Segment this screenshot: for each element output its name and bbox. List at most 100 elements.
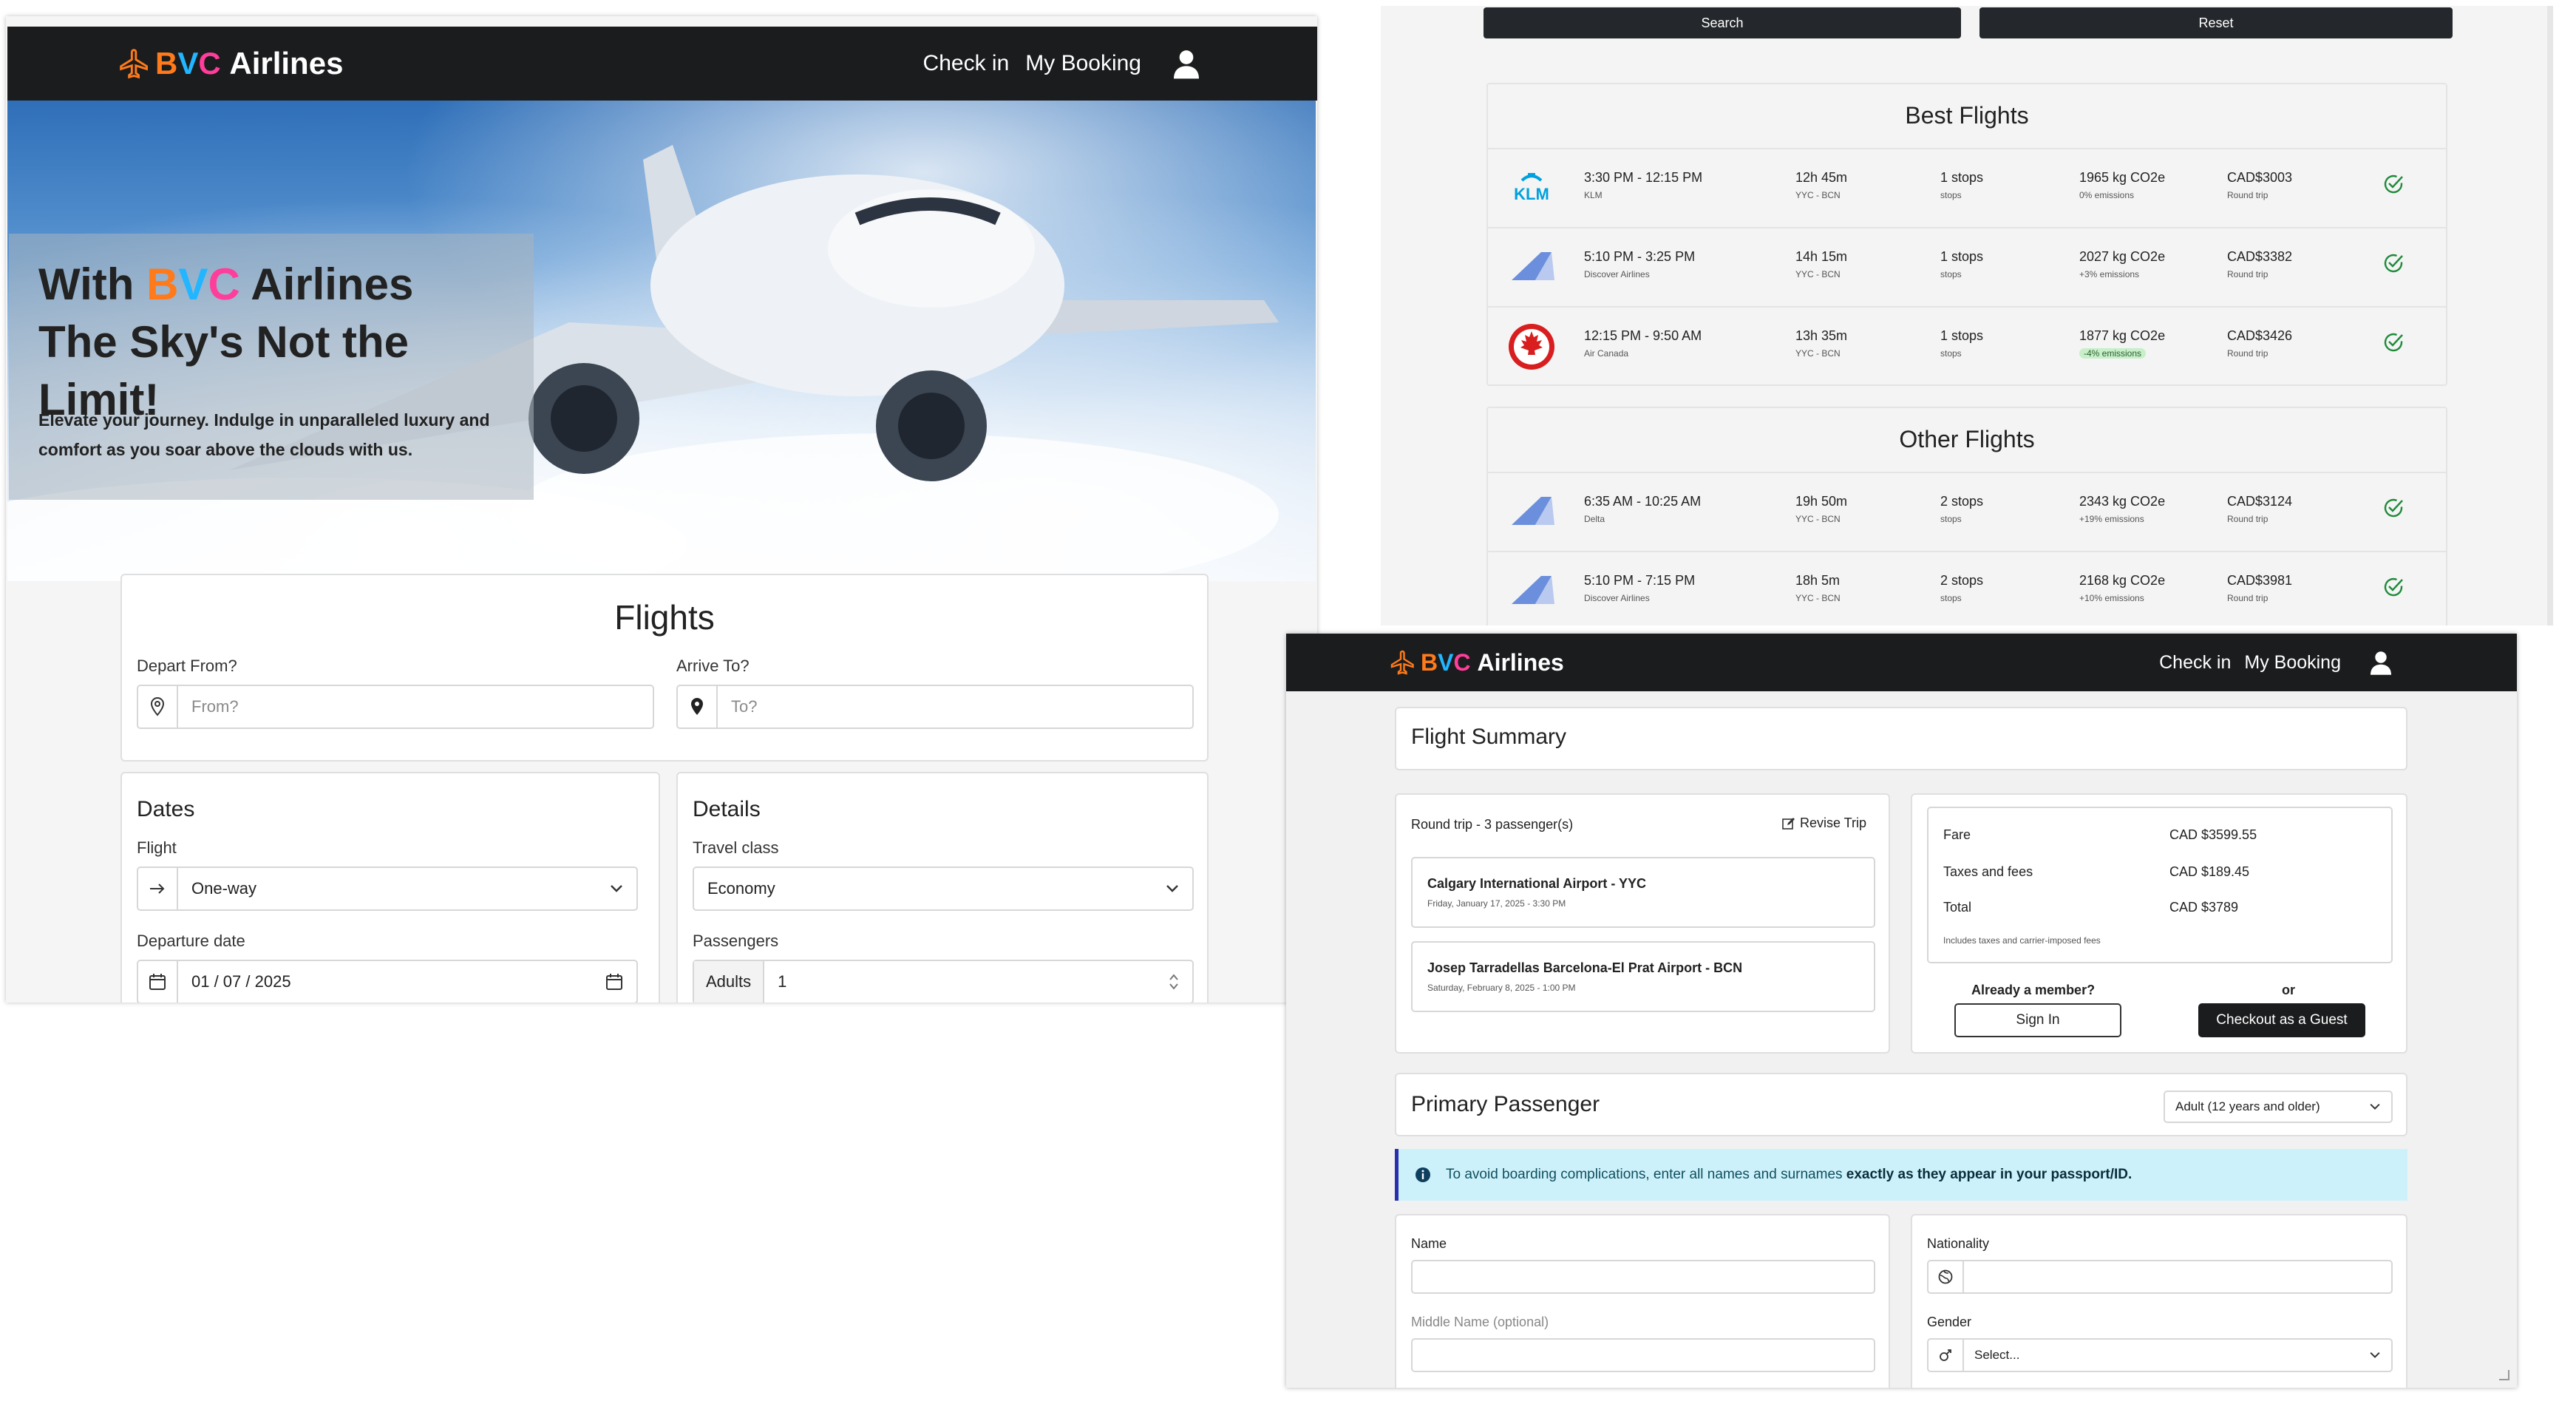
brand-letter-c: C <box>1453 648 1471 676</box>
travel-class-select[interactable]: Economy <box>693 867 1194 911</box>
outbound-date: Friday, January 17, 2025 - 3:30 PM <box>1427 898 1566 909</box>
revise-trip-label: Revise Trip <box>1799 815 1866 830</box>
user-icon[interactable] <box>1174 48 1199 79</box>
calendar-icon <box>149 974 166 990</box>
flight-row[interactable]: 5:10 PM - 3:25 PM Discover Airlines 14h 15… <box>1488 227 2446 306</box>
departure-date-input[interactable]: 01 / 07 / 2025 <box>137 960 638 1003</box>
hero-brand-v: V <box>178 260 208 309</box>
check-circle-icon[interactable] <box>2382 252 2405 274</box>
flight-type-select[interactable]: One-way <box>137 867 638 911</box>
gender-select[interactable]: Select... <box>1927 1338 2393 1372</box>
nav-my-booking[interactable]: My Booking <box>1025 51 1141 76</box>
flight-emissions: 2027 kg CO2e +3% emissions <box>2079 249 2165 279</box>
generic-airline-logo-icon <box>1512 497 1554 525</box>
route-text: YYC - BCN <box>1795 190 1841 200</box>
calendar-picker-icon[interactable] <box>605 973 623 991</box>
brand-logo[interactable]: BVC Airlines <box>118 46 343 81</box>
times-text: 5:10 PM - 3:25 PM <box>1584 249 1696 264</box>
check-circle-icon[interactable] <box>2382 497 2405 519</box>
check-circle-icon[interactable] <box>2382 331 2405 353</box>
middle-name-input[interactable] <box>1411 1338 1875 1372</box>
chevron-down-icon <box>2370 1103 2380 1110</box>
sign-in-button[interactable]: Sign In <box>1954 1003 2121 1037</box>
plane-icon <box>1390 650 1414 675</box>
flights-card: Flights Depart From? From? Arrive To? To… <box>120 574 1209 762</box>
route-text: YYC - BCN <box>1795 593 1841 603</box>
depart-input[interactable]: From? <box>137 685 654 729</box>
flight-stops: 1 stops stops <box>1940 249 1983 279</box>
outbound-leg: Calgary International Airport - YYC Frid… <box>1411 857 1875 928</box>
age-select[interactable]: Adult (12 years and older) <box>2164 1091 2393 1123</box>
taxes-value: CAD $189.45 <box>2169 864 2250 879</box>
stops-text: 1 stops <box>1940 328 1984 343</box>
airline-name: Discover Airlines <box>1584 269 1650 279</box>
taxes-label: Taxes and fees <box>1943 864 2033 879</box>
select-flight-check[interactable] <box>2382 497 2405 523</box>
klm-logo-text: KLM <box>1514 185 1549 203</box>
nav-check-in[interactable]: Check in <box>923 51 1010 76</box>
scrollbar[interactable] <box>2547 6 2553 625</box>
departure-date-value: 01 / 07 / 2025 <box>191 972 291 991</box>
airline-logo <box>1506 573 1557 611</box>
brand-logo[interactable]: BVC Airlines <box>1390 649 1564 676</box>
revise-trip-link[interactable]: Revise Trip <box>1782 815 1866 831</box>
route-text: YYC - BCN <box>1795 348 1841 359</box>
nav-my-booking[interactable]: My Booking <box>2244 652 2341 674</box>
flight-stops: 2 stops stops <box>1940 573 1983 603</box>
hero-subtitle: Elevate your journey. Indulge in unparal… <box>38 410 490 459</box>
flight-row[interactable]: 5:10 PM - 7:15 PM Discover Airlines 18h 5m… <box>1488 551 2446 625</box>
return-airport: Josep Tarradellas Barcelona-El Prat Airp… <box>1427 960 1743 975</box>
passengers-label: Passengers <box>693 932 779 950</box>
check-circle-icon[interactable] <box>2382 173 2405 195</box>
brand-letter-c: C <box>198 46 221 81</box>
user-icon[interactable] <box>2371 650 2391 675</box>
travel-class-value: Economy <box>707 879 775 898</box>
depart-placeholder: From? <box>191 697 239 716</box>
fare-breakdown: Fare CAD $3599.55 Taxes and fees CAD $18… <box>1927 807 2393 963</box>
flight-times: 12:15 PM - 9:50 AM Air Canada <box>1584 328 1702 359</box>
spinner-icon[interactable] <box>1169 972 1179 991</box>
chevron-down-icon <box>1166 885 1178 892</box>
trip-type: Round trip <box>2227 593 2269 603</box>
check-circle-icon[interactable] <box>2382 576 2405 598</box>
checkout-guest-button[interactable]: Checkout as a Guest <box>2198 1003 2365 1037</box>
primary-passenger-header: Primary Passenger Adult (12 years and ol… <box>1395 1073 2407 1136</box>
select-flight-check[interactable] <box>2382 331 2405 357</box>
select-flight-check[interactable] <box>2382 173 2405 199</box>
duration-text: 14h 15m <box>1795 249 1848 264</box>
emissions-text: +3% emissions <box>2079 269 2140 279</box>
trip-card: Round trip - 3 passenger(s) Revise Trip … <box>1395 793 1890 1054</box>
flight-stops: 2 stops stops <box>1940 494 1983 524</box>
adults-label: Adults <box>694 961 765 1003</box>
emissions-text: +19% emissions <box>2079 514 2144 524</box>
flight-row[interactable]: 6:35 AM - 10:25 AM Delta 19h 50m YYC - BCN 2… <box>1488 472 2446 551</box>
nav-check-in[interactable]: Check in <box>2159 652 2231 674</box>
flight-duration: 13h 35m YYC - BCN <box>1795 328 1847 359</box>
brand-letter-b: B <box>1421 648 1438 676</box>
resize-grip[interactable] <box>2499 1370 2509 1380</box>
select-flight-check[interactable] <box>2382 252 2405 278</box>
adults-stepper[interactable]: Adults 1 <box>693 960 1194 1003</box>
select-flight-check[interactable] <box>2382 576 2405 602</box>
search-button[interactable]: Search <box>1484 7 1961 38</box>
flight-row[interactable]: 12:15 PM - 9:50 AM Air Canada 13h 35m YYC -… <box>1488 306 2446 385</box>
globe-icon <box>1938 1269 1953 1284</box>
name-input[interactable] <box>1411 1260 1875 1294</box>
flight-row[interactable]: KLM 3:30 PM - 12:15 PM KLM 12h 45m YYC - BCN… <box>1488 148 2446 227</box>
arrive-input[interactable]: To? <box>676 685 1194 729</box>
other-flights-card: Other Flights 6:35 AM - 10:25 AM Delta 19h… <box>1486 407 2447 625</box>
price-text: CAD$3382 <box>2227 249 2293 264</box>
duration-text: 12h 45m <box>1795 170 1848 185</box>
flights-title: Flights <box>614 598 715 637</box>
flight-stops: 1 stops stops <box>1940 170 1983 200</box>
stops-text: 1 stops <box>1940 170 1984 185</box>
booking-window: BVC Airlines Check in My Booking Flight … <box>1286 634 2517 1388</box>
air-canada-logo-icon <box>1509 324 1554 370</box>
reset-button[interactable]: Reset <box>1979 7 2453 38</box>
emissions-text: -4% emissions <box>2079 348 2147 359</box>
hero-text-box: With BVC Airlines The Sky's Not the Limi… <box>9 234 534 500</box>
arrive-placeholder: To? <box>731 697 758 716</box>
co2-text: 2027 kg CO2e <box>2079 249 2166 264</box>
stops-label: stops <box>1940 269 1962 279</box>
nationality-input[interactable] <box>1927 1260 2393 1294</box>
